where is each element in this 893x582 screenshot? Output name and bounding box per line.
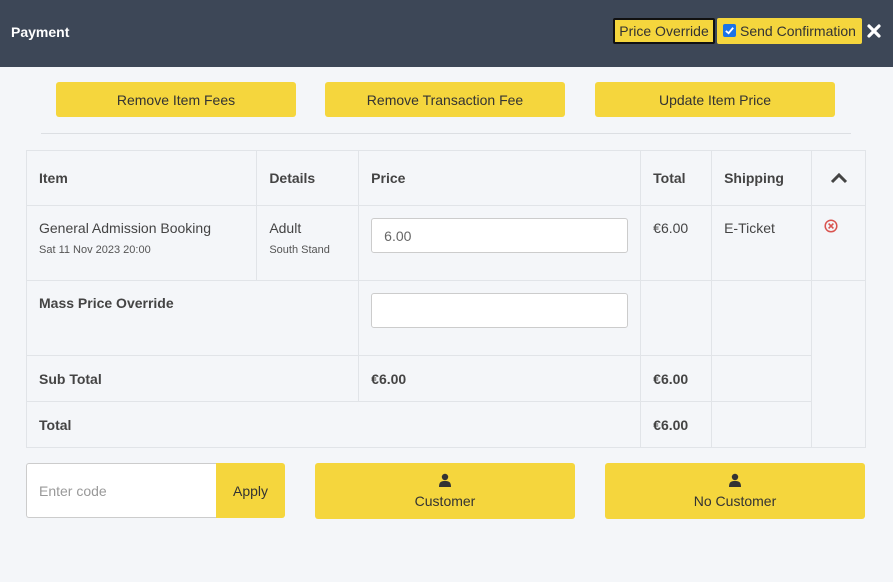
user-icon [439, 473, 451, 487]
apply-code-button[interactable]: Apply [216, 463, 285, 518]
total-row: Total €6.00 [25, 401, 866, 448]
col-header-shipping: Shipping [711, 150, 813, 206]
item-total: €6.00 [640, 205, 713, 281]
send-confirmation-label: Send Confirmation [740, 23, 856, 39]
no-customer-label: No Customer [693, 493, 777, 509]
item-area: South Stand [269, 244, 330, 256]
divider [41, 133, 851, 134]
user-icon [729, 473, 741, 487]
mass-override-input[interactable] [371, 293, 629, 328]
total-value: €6.00 [640, 401, 713, 448]
checkmark-icon [725, 26, 734, 35]
price-override-button[interactable]: Price Override [613, 18, 715, 44]
item-cell: General Admission Booking Sat 11 Nov 202… [25, 205, 258, 281]
mass-override-row: Mass Price Override [25, 280, 866, 448]
update-item-price-button[interactable]: Update Item Price [595, 82, 835, 117]
checkout-actions: Enter code Apply Customer No Customer [0, 463, 893, 519]
subtotal-price: €6.00 [358, 355, 642, 402]
basket-table: Item Details Price Total Shipping Genera… [25, 150, 866, 448]
close-icon[interactable] [866, 22, 882, 40]
total-label: Total [25, 401, 642, 448]
send-confirmation-checkbox[interactable] [723, 23, 736, 37]
remove-cell [811, 205, 866, 281]
customer-button[interactable]: Customer [315, 463, 575, 519]
col-header-details: Details [256, 150, 360, 206]
subtotal-total: €6.00 [640, 355, 713, 402]
item-name: General Admission Booking [39, 220, 211, 236]
details-cell: Adult South Stand [256, 205, 360, 281]
col-header-price: Price [358, 150, 642, 206]
subtotal-row: Sub Total €6.00 €6.00 [25, 355, 866, 402]
page-title: Payment [11, 24, 70, 40]
remove-item-fees-button[interactable]: Remove Item Fees [56, 82, 296, 117]
send-confirmation-toggle[interactable]: Send Confirmation [717, 18, 862, 44]
table-row: General Admission Booking Sat 11 Nov 202… [25, 205, 866, 281]
item-detail: Adult [269, 220, 302, 236]
header-bar: Payment Price Override Send Confirmation [0, 0, 893, 67]
chevron-up-icon[interactable] [830, 172, 848, 184]
subtotal-label: Sub Total [25, 355, 360, 402]
mass-override-cell [358, 280, 642, 356]
fee-actions: Remove Item Fees Remove Transaction Fee … [0, 67, 893, 133]
mass-override-label: Mass Price Override [25, 280, 360, 356]
col-header-item: Item [25, 150, 258, 206]
remove-transaction-fee-button[interactable]: Remove Transaction Fee [325, 82, 565, 117]
promo-code-input[interactable]: Enter code [26, 463, 217, 518]
col-header-total: Total [640, 150, 713, 206]
item-price-input[interactable]: 6.00 [371, 218, 629, 253]
customer-label: Customer [414, 493, 476, 509]
remove-item-icon[interactable] [824, 219, 838, 233]
item-shipping: E-Ticket [711, 205, 813, 281]
collapse-toggle[interactable] [811, 150, 866, 206]
no-customer-button[interactable]: No Customer [605, 463, 865, 519]
price-cell: 6.00 [358, 205, 642, 281]
item-datetime: Sat 11 Nov 2023 20:00 [39, 244, 151, 256]
